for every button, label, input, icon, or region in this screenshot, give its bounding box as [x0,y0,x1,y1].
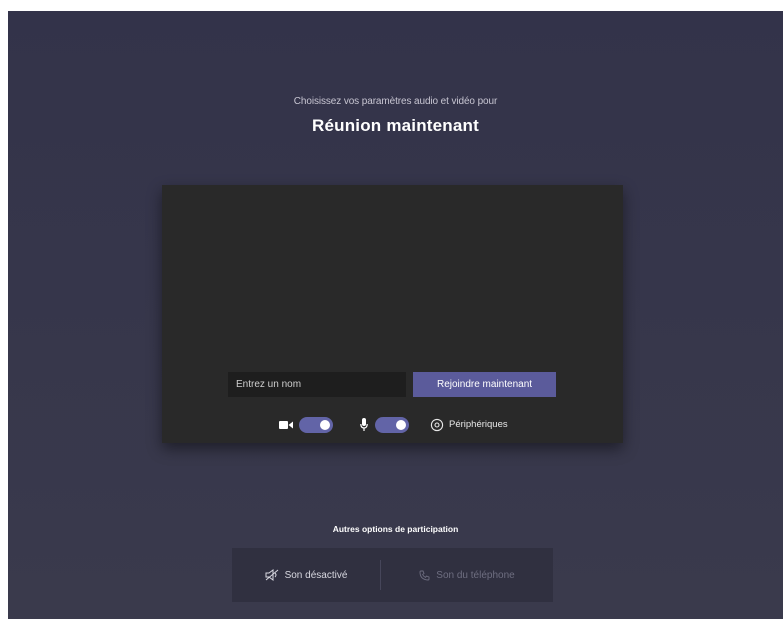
microphone-icon [360,418,368,431]
audio-off-option[interactable]: Son désactivé [232,548,380,602]
video-preview-card: Rejoindre maintenant [162,185,623,443]
join-now-button[interactable]: Rejoindre maintenant [413,372,556,397]
phone-icon [419,570,430,580]
audio-off-label: Son désactivé [284,569,348,581]
phone-audio-label: Son du téléphone [436,569,515,581]
speaker-off-icon [265,569,278,581]
phone-audio-option[interactable]: Son du téléphone [381,548,553,602]
microphone-toggle[interactable] [375,417,409,433]
microphone-toggle-knob [396,420,406,430]
other-join-options-title: Autres options de participation [332,524,459,534]
meeting-prejoin-screen: Choisissez vos paramètres audio et vidéo… [8,11,783,619]
camera-icon [279,421,293,429]
other-join-options: Son désactivé Son du téléphone [232,548,553,602]
gear-icon[interactable] [430,418,444,432]
meeting-title: Réunion maintenant [312,116,479,135]
av-controls: Périphériques [162,415,623,435]
camera-toggle[interactable] [299,417,333,433]
camera-toggle-knob [320,420,330,430]
name-input[interactable] [228,372,406,397]
devices-settings-link[interactable]: Périphériques [449,419,508,430]
prejoin-subtitle: Choisissez vos paramètres audio et vidéo… [293,96,498,107]
